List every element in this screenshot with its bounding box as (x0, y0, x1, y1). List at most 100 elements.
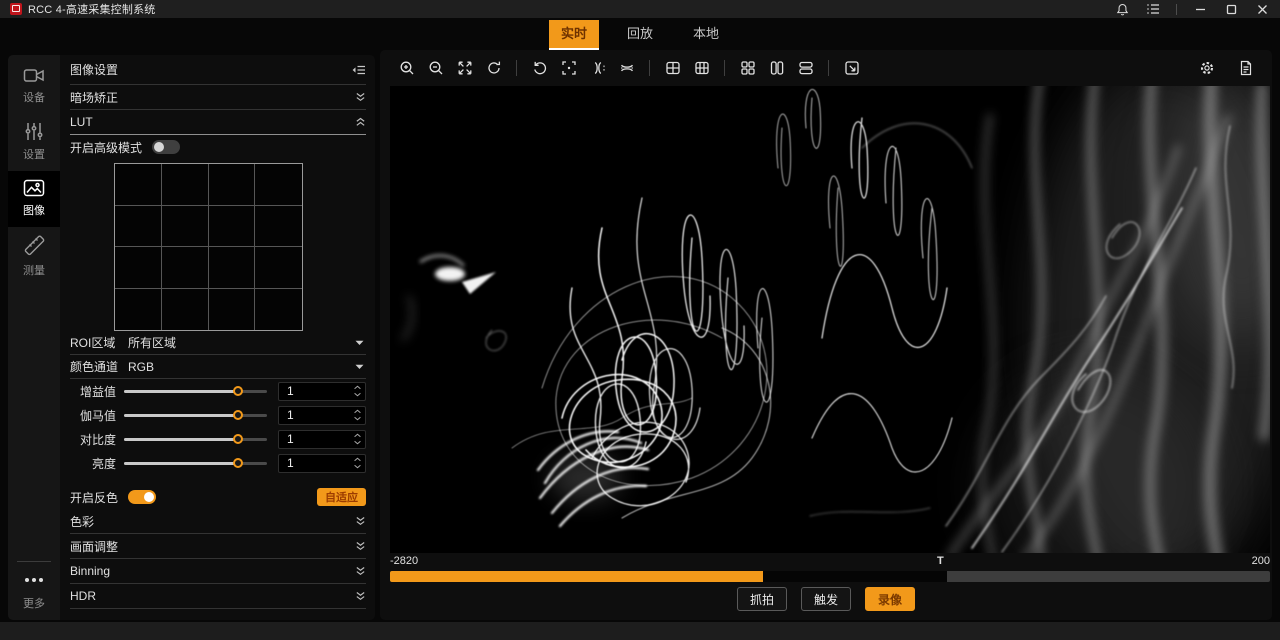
sidebar-item-settings[interactable]: 设置 (8, 114, 60, 171)
focus-center-icon[interactable] (554, 57, 583, 79)
value-stepper[interactable] (353, 457, 362, 469)
section-label: Binning (70, 564, 110, 578)
value-stepper[interactable] (353, 385, 362, 397)
stepper-up-icon (353, 385, 362, 390)
contrast-slider[interactable] (124, 438, 267, 441)
grid-table-icon[interactable] (687, 57, 716, 79)
report-document-icon[interactable] (1231, 57, 1260, 79)
section-picture-adjust[interactable]: 画面调整 (70, 534, 366, 559)
lut-grid-cell (162, 247, 209, 289)
chevron-double-down-icon (355, 591, 366, 601)
chevron-double-up-icon (355, 117, 366, 127)
viewer-panel: -2820 T 200 抓拍 触发 录像 (380, 50, 1272, 620)
sidebar-item-device[interactable]: 设备 (8, 59, 60, 114)
sidebar-item-measure[interactable]: 测量 (8, 227, 60, 287)
viewer-settings-gear-icon[interactable] (1192, 57, 1221, 79)
record-buffer-bar[interactable] (390, 571, 1270, 582)
channel-row: 颜色通道 RGB (70, 355, 366, 379)
lut-grid-cell (162, 206, 209, 248)
flip-vertical-icon[interactable] (612, 57, 641, 79)
roi-label: ROI区域 (70, 334, 126, 351)
tab-live[interactable]: 实时 (549, 20, 599, 50)
buffer-filled-segment (390, 571, 763, 582)
stepper-down-icon (353, 464, 362, 469)
slider-knob[interactable] (233, 410, 243, 420)
ruler-icon (23, 235, 45, 257)
reset-view-icon[interactable] (479, 57, 508, 79)
dual-horizontal-view-icon[interactable] (791, 57, 820, 79)
gamma-value-input[interactable]: 1 (278, 406, 366, 425)
fit-screen-icon[interactable] (450, 57, 479, 79)
timeline-trigger-label: T (937, 555, 944, 567)
toolbar-separator (649, 60, 650, 76)
section-label: 暗场矫正 (70, 89, 118, 106)
brightness-value-input[interactable]: 1 (278, 454, 366, 473)
chevron-double-down-icon (355, 541, 366, 551)
chevron-down-icon[interactable] (355, 340, 366, 346)
toolbar-separator (724, 60, 725, 76)
flip-horizontal-icon[interactable] (583, 57, 612, 79)
tab-playback[interactable]: 回放 (615, 20, 665, 48)
section-binning[interactable]: Binning (70, 559, 366, 584)
quad-view-icon[interactable] (733, 57, 762, 79)
section-label: 画面调整 (70, 538, 118, 555)
slider-label: 伽马值 (70, 407, 116, 424)
rotate-icon[interactable] (525, 57, 554, 79)
roi-select[interactable]: 所有区域 (126, 334, 355, 351)
timeline-end-label: 200 (1252, 555, 1270, 567)
invert-toggle[interactable] (128, 490, 156, 504)
contrast-slider-row: 对比度 1 (70, 427, 366, 451)
zoom-out-icon[interactable] (421, 57, 450, 79)
sidebar-item-image[interactable]: 图像 (8, 171, 60, 227)
section-lut[interactable]: LUT (70, 110, 366, 135)
slider-knob[interactable] (233, 458, 243, 468)
section-dark-field[interactable]: 暗场矫正 (70, 85, 366, 110)
value-stepper[interactable] (353, 433, 362, 445)
sidebar-item-label: 更多 (23, 595, 45, 611)
collapse-panel-icon[interactable] (351, 64, 366, 76)
zoom-in-icon[interactable] (392, 57, 421, 79)
advanced-mode-row: 开启高级模式 (70, 135, 366, 159)
advanced-mode-toggle[interactable] (152, 140, 180, 154)
record-button[interactable]: 录像 (865, 587, 915, 611)
invert-label: 开启反色 (70, 489, 118, 506)
more-dots-icon (25, 570, 43, 590)
chevron-down-icon[interactable] (355, 364, 366, 370)
lut-grid-cell (209, 289, 256, 331)
brightness-slider[interactable] (124, 462, 267, 465)
top-tabs-bar: 实时 回放 本地 (0, 18, 1280, 50)
gain-value-input[interactable]: 1 (278, 382, 366, 401)
tab-local[interactable]: 本地 (681, 20, 731, 48)
sidebar-item-label: 设备 (23, 89, 45, 105)
dual-vertical-view-icon[interactable] (762, 57, 791, 79)
buffer-remaining-segment (947, 571, 1270, 582)
section-hdr[interactable]: HDR (70, 584, 366, 609)
slider-knob[interactable] (233, 434, 243, 444)
channel-select[interactable]: RGB (126, 360, 355, 374)
sliders-icon (24, 122, 44, 141)
grid-split-icon[interactable] (658, 57, 687, 79)
maximize-icon[interactable] (1223, 2, 1239, 16)
fullscreen-image-icon[interactable] (837, 57, 866, 79)
contrast-value-input[interactable]: 1 (278, 430, 366, 449)
gain-slider-row: 增益值 1 (70, 379, 366, 403)
sidebar-item-more[interactable]: 更多 (8, 562, 60, 620)
notification-bell-icon[interactable] (1114, 2, 1130, 16)
menu-list-icon[interactable] (1145, 2, 1161, 16)
snap-button[interactable]: 抓拍 (737, 587, 787, 611)
slider-value: 1 (287, 456, 294, 470)
gamma-slider[interactable] (124, 414, 267, 417)
section-color[interactable]: 色彩 (70, 509, 366, 534)
slider-knob[interactable] (233, 386, 243, 396)
gamma-slider-row: 伽马值 1 (70, 403, 366, 427)
value-stepper[interactable] (353, 409, 362, 421)
slider-value: 1 (287, 384, 294, 398)
lut-curve-grid[interactable] (114, 163, 303, 331)
adaptive-button[interactable]: 自适应 (317, 488, 366, 506)
stepper-down-icon (353, 392, 362, 397)
trigger-button[interactable]: 触发 (801, 587, 851, 611)
live-view-image[interactable] (390, 86, 1270, 553)
close-icon[interactable] (1254, 2, 1270, 16)
gain-slider[interactable] (124, 390, 267, 393)
minimize-icon[interactable] (1192, 2, 1208, 16)
